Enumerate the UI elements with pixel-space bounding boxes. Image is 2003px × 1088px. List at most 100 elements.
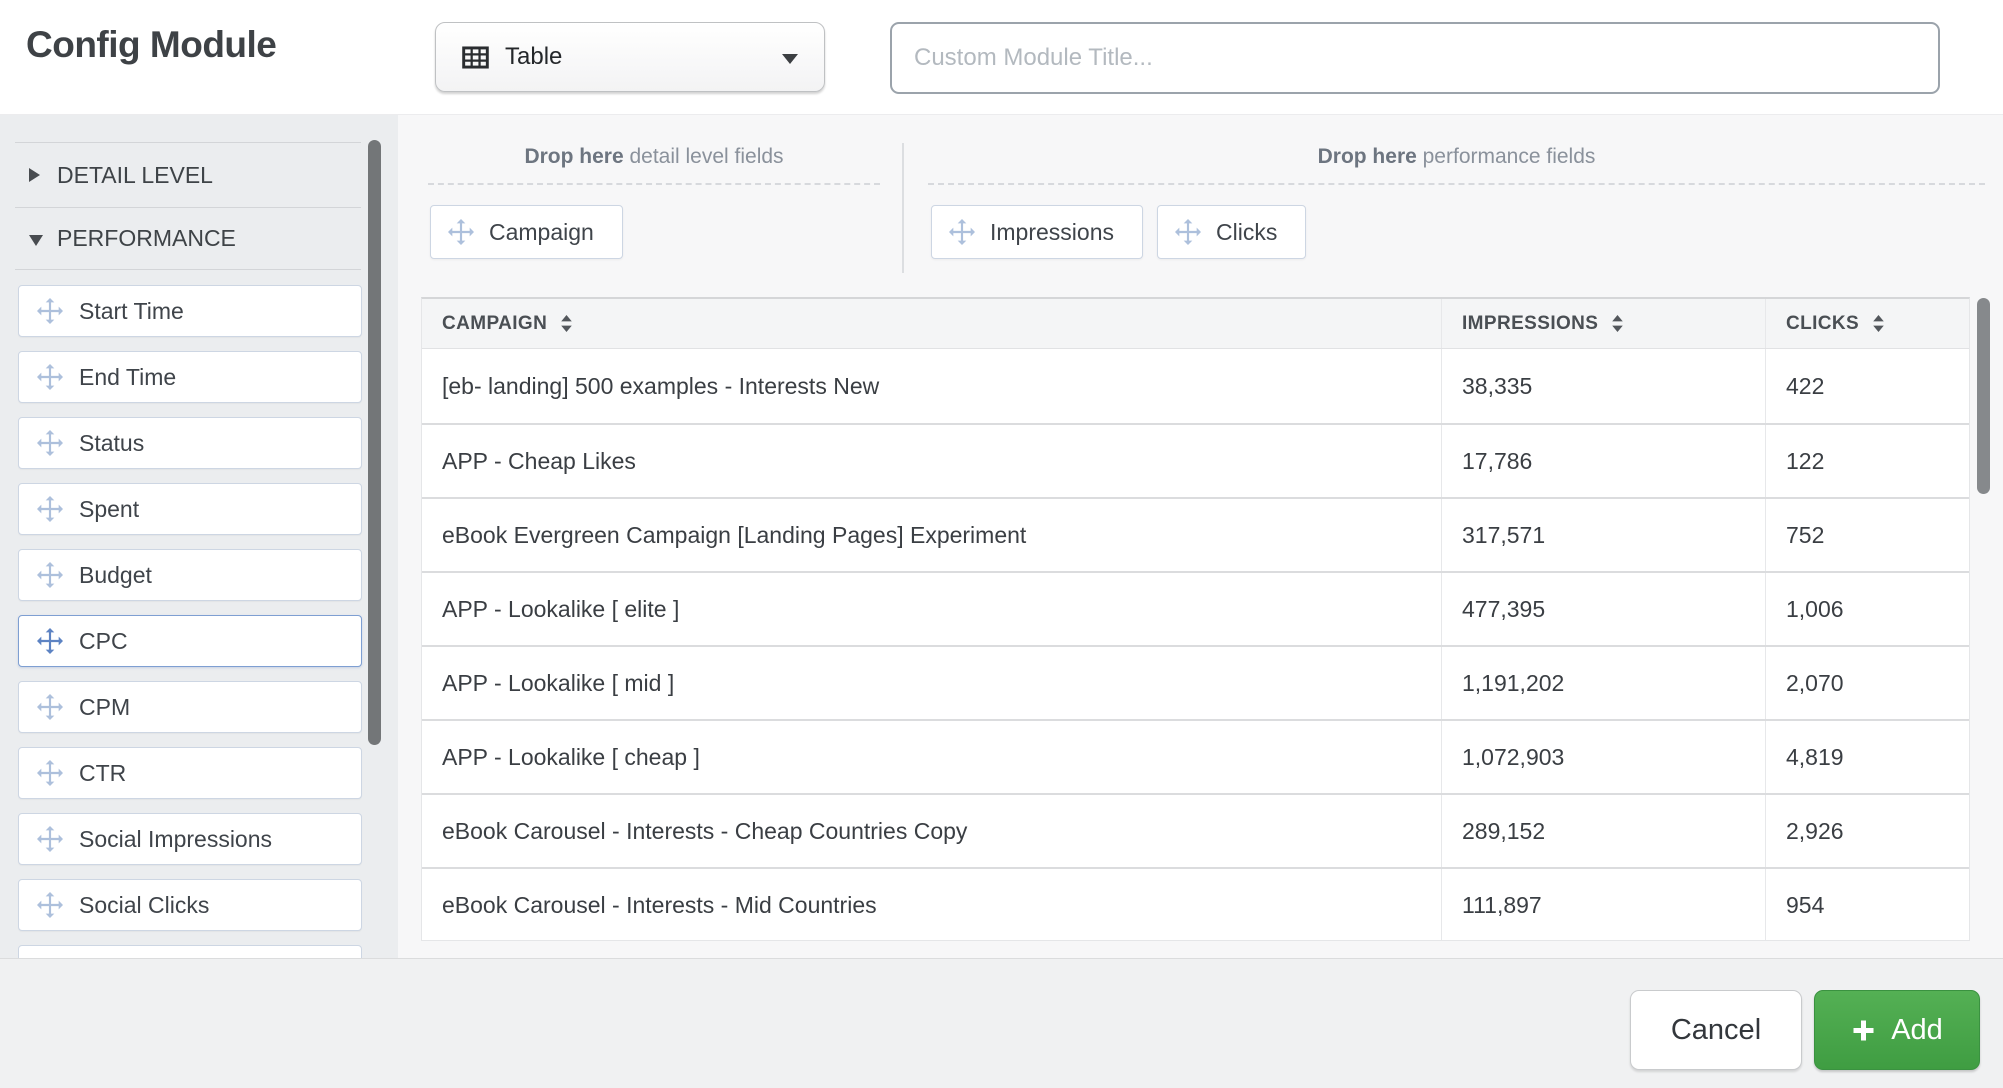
dialog-header: Config Module Table (0, 0, 2003, 115)
table-row: eBook Carousel - Interests - Cheap Count… (422, 793, 1969, 867)
cancel-button[interactable]: Cancel (1630, 990, 1802, 1070)
custom-module-title-input[interactable] (890, 22, 1940, 94)
module-builder-area: Drop here detail level fields Drop here … (398, 115, 2003, 958)
sidebar-scrollbar[interactable] (368, 140, 381, 745)
chip-impressions[interactable]: Impressions (931, 205, 1143, 259)
move-icon (949, 219, 975, 245)
cell-clicks: 954 (1765, 869, 1969, 940)
page-title: Config Module (26, 24, 277, 65)
table-grid-icon (462, 45, 489, 69)
config-module-dialog: Config Module Table DETAIL LEVEL P (0, 0, 2003, 1088)
chip-label: Clicks (1215, 218, 1278, 245)
cell-campaign: eBook Evergreen Campaign [Landing Pages]… (442, 521, 1027, 548)
sidebar-field-label: CPC (79, 627, 128, 654)
sidebar-field-label: Budget (79, 561, 152, 588)
dropzone-label-bold: Drop here (1317, 145, 1417, 168)
cell-campaign: APP - Cheap Likes (442, 447, 636, 474)
table-row: APP - Lookalike [ elite ] 477,395 1,006 (422, 571, 1969, 645)
cell-impressions: 38,335 (1441, 349, 1765, 423)
sort-icon (1611, 314, 1624, 333)
cell-clicks: 422 (1765, 349, 1969, 423)
cell-campaign: eBook Carousel - Interests - Cheap Count… (442, 817, 968, 844)
sidebar-field-label: Spent (79, 495, 140, 522)
sidebar-field-label: Social Impressions (79, 825, 273, 852)
add-button[interactable]: Add (1814, 990, 1980, 1070)
cell-clicks: 1,006 (1765, 573, 1969, 645)
table-row: eBook Evergreen Campaign [Landing Pages]… (422, 497, 1969, 571)
sidebar-field-cpm[interactable]: CPM (18, 681, 362, 733)
cell-impressions: 1,072,903 (1441, 721, 1765, 793)
cell-campaign: APP - Lookalike [ cheap ] (442, 743, 700, 770)
sidebar-field-partial (18, 945, 362, 958)
cell-clicks: 2,070 (1765, 647, 1969, 719)
sort-icon (1872, 314, 1885, 333)
cell-impressions: 17,786 (1441, 425, 1765, 497)
table-header-row: CAMPAIGN IMPRESSIONS CLICKS (422, 299, 1969, 349)
preview-table: CAMPAIGN IMPRESSIONS CLICKS [eb- landing… (421, 297, 1970, 941)
move-icon (37, 826, 63, 852)
chip-label: Campaign (489, 218, 594, 245)
chip-campaign[interactable]: Campaign (430, 205, 623, 259)
sidebar-field-start-time[interactable]: Start Time (18, 285, 362, 337)
cell-clicks: 2,926 (1765, 795, 1969, 867)
move-icon (37, 628, 63, 654)
table-body: [eb- landing] 500 examples - Interests N… (422, 349, 1969, 940)
cell-impressions: 317,571 (1441, 499, 1765, 571)
cell-clicks: 752 (1765, 499, 1969, 571)
move-icon (37, 298, 63, 324)
section-performance[interactable]: PERFORMANCE (15, 207, 361, 270)
sidebar-field-social-impressions[interactable]: Social Impressions (18, 813, 362, 865)
table-row: eBook Carousel - Interests - Mid Countri… (422, 867, 1969, 940)
module-type-dropdown[interactable]: Table (435, 22, 825, 92)
expanded-triangle-icon (29, 234, 43, 246)
sidebar-field-ctr[interactable]: CTR (18, 747, 362, 799)
sidebar-field-label: Start Time (79, 297, 184, 324)
performance-dropzone[interactable]: Drop here performance fields (928, 145, 1985, 185)
sidebar-field-label: CPM (79, 693, 131, 720)
cell-campaign: [eb- landing] 500 examples - Interests N… (442, 372, 880, 399)
chip-label: Impressions (990, 218, 1114, 245)
cell-impressions: 1,191,202 (1441, 647, 1765, 719)
cell-clicks: 122 (1765, 425, 1969, 497)
cell-campaign: APP - Lookalike [ mid ] (442, 669, 675, 696)
collapsed-triangle-icon (29, 168, 40, 182)
column-header-campaign[interactable]: CAMPAIGN (422, 299, 1441, 348)
section-detail-level[interactable]: DETAIL LEVEL (15, 142, 361, 207)
table-scrollbar[interactable] (1977, 298, 1990, 494)
sidebar-field-spent[interactable]: Spent (18, 483, 362, 535)
move-icon (37, 892, 63, 918)
table-row: APP - Cheap Likes 17,786 122 (422, 423, 1969, 497)
cell-campaign: APP - Lookalike [ elite ] (442, 595, 680, 622)
sidebar-field-label: CTR (79, 759, 127, 786)
sidebar-field-status[interactable]: Status (18, 417, 362, 469)
table-row: APP - Lookalike [ cheap ] 1,072,903 4,81… (422, 719, 1969, 793)
column-header-impressions[interactable]: IMPRESSIONS (1441, 299, 1765, 348)
cell-impressions: 289,152 (1441, 795, 1765, 867)
sidebar-field-cpc[interactable]: CPC (18, 615, 362, 667)
section-label: PERFORMANCE (57, 225, 236, 251)
column-header-clicks[interactable]: CLICKS (1765, 299, 1969, 348)
detail-dropzone[interactable]: Drop here detail level fields (428, 145, 880, 185)
dropzone-divider (902, 143, 904, 273)
table-row: APP - Lookalike [ mid ] 1,191,202 2,070 (422, 645, 1969, 719)
sort-icon (560, 314, 573, 333)
move-icon (37, 562, 63, 588)
sidebar-field-budget[interactable]: Budget (18, 549, 362, 601)
table-row: [eb- landing] 500 examples - Interests N… (422, 349, 1969, 423)
sidebar-field-label: Status (79, 429, 145, 456)
fields-sidebar: DETAIL LEVEL PERFORMANCE Start Time End … (0, 115, 398, 958)
module-type-label: Table (505, 43, 563, 70)
cell-clicks: 4,819 (1765, 721, 1969, 793)
cell-impressions: 477,395 (1441, 573, 1765, 645)
add-button-label: Add (1891, 1013, 1943, 1046)
sidebar-field-label: Social Clicks (79, 891, 210, 918)
sidebar-field-end-time[interactable]: End Time (18, 351, 362, 403)
chip-clicks[interactable]: Clicks (1156, 205, 1307, 259)
sidebar-field-label: End Time (79, 363, 177, 390)
move-icon (37, 760, 63, 786)
dropzone-label-bold: Drop here (524, 145, 624, 168)
cell-impressions: 111,897 (1441, 869, 1765, 940)
performance-chips: Impressions Clicks (931, 205, 1307, 259)
move-icon (37, 430, 63, 456)
sidebar-field-social-clicks[interactable]: Social Clicks (18, 879, 362, 931)
